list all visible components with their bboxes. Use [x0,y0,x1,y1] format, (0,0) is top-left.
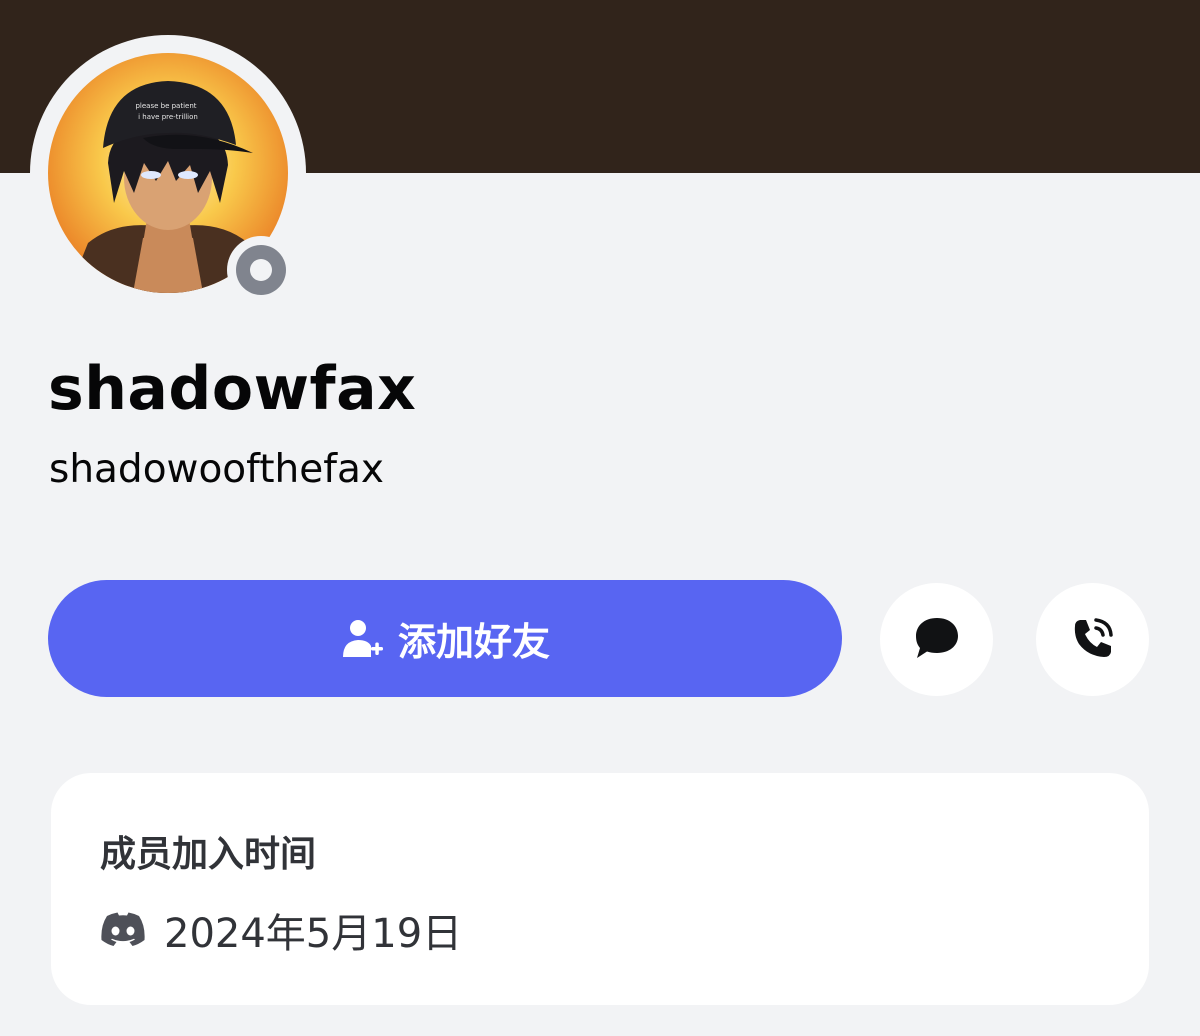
member-since-row: 2024年5月19日 [100,901,462,959]
message-button[interactable] [880,583,993,696]
username: shadowoofthefax [49,447,384,492]
phone-call-icon [1071,616,1115,664]
member-since-card: 成员加入时间 2024年5月19日 [51,773,1149,1005]
add-friend-icon [340,617,384,661]
hat-text-line2: i have pre-trillion [138,113,198,121]
status-offline-icon [236,245,286,295]
message-bubble-icon [914,616,960,664]
member-since-title: 成员加入时间 [100,834,317,875]
discord-logo-icon [100,912,146,948]
add-friend-label: 添加好友 [397,620,550,664]
call-button[interactable] [1036,583,1149,696]
hat-text-line1: please be patient [135,102,196,110]
add-friend-button[interactable]: 添加好友 [48,580,842,697]
member-since-date: 2024年5月19日 [164,911,463,957]
display-name: shadowfax [48,354,417,424]
